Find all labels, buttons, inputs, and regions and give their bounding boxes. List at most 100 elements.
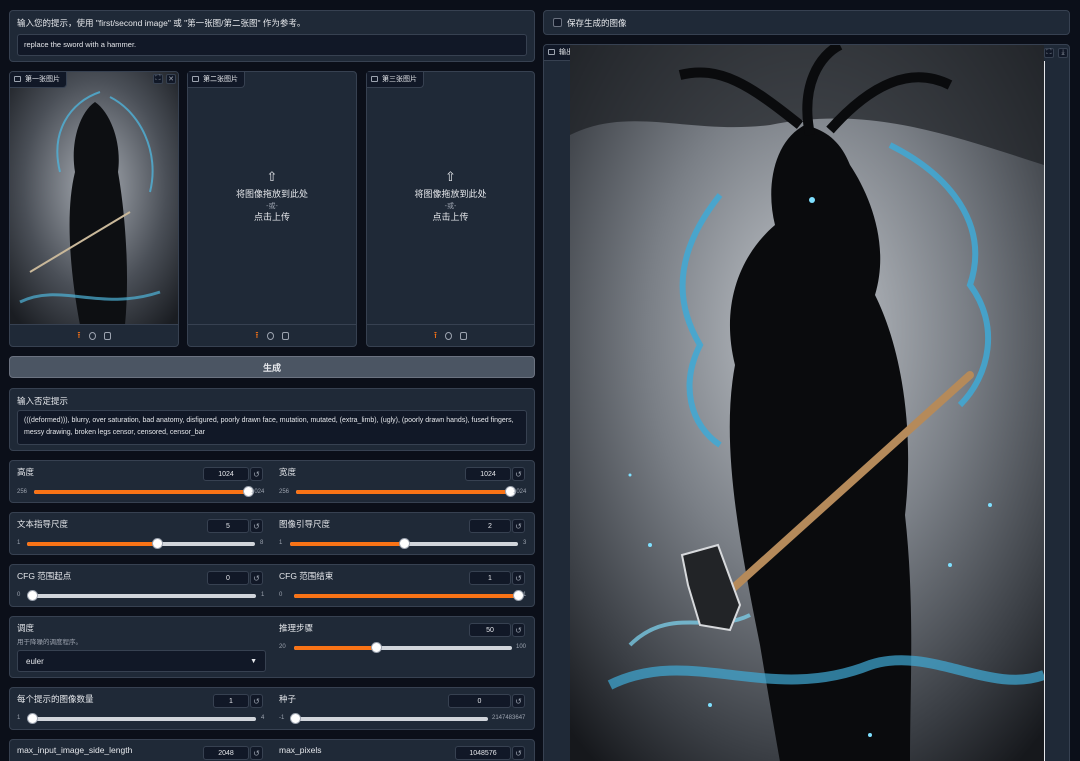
guidance-row: 文本指导尺度 5 ↺ 1 8 图像引导尺度 2 ↺ 1 3	[9, 512, 535, 555]
negative-prompt-panel: 输入否定提示 (((deformed))), blurry, over satu…	[9, 388, 535, 451]
text-guidance-max: 8	[260, 540, 264, 546]
or-text: -或-	[266, 203, 278, 210]
cfg-end-reset-button[interactable]: ↺	[512, 571, 525, 585]
upload-icon[interactable]: ⭱	[77, 331, 80, 340]
upload-toolbar-3: ⭱	[367, 324, 534, 346]
seed-max: 2147483647	[492, 715, 526, 721]
max-side-reset-button[interactable]: ↺	[250, 746, 263, 760]
image-tag-3: 第三张图片	[367, 72, 424, 88]
num-images-min: 1	[17, 715, 21, 721]
prompt-panel: 输入您的提示，使用 "first/second image" 或 "第一张图/第…	[9, 10, 535, 62]
text-guidance-reset-button[interactable]: ↺	[250, 519, 263, 533]
upload-toolbar-2: ⭱	[188, 324, 356, 346]
upload-arrow-icon: ⇧	[445, 169, 456, 184]
cfg-start-number[interactable]: 0	[207, 571, 249, 585]
cfg-start-max: 1	[261, 592, 265, 598]
fullscreen-icon[interactable]: ⛶	[153, 74, 163, 84]
generate-button[interactable]: 生成	[9, 356, 535, 378]
output-image	[570, 45, 1044, 761]
num-images-slider[interactable]	[27, 713, 256, 724]
cfg-start-reset-button[interactable]: ↺	[250, 571, 263, 585]
steps-reset-button[interactable]: ↺	[512, 623, 525, 637]
image-guidance-max: 3	[523, 540, 527, 546]
prompt-input[interactable]: replace the sword with a hammer.	[17, 34, 527, 56]
image-slot-3[interactable]: 第三张图片 ⇧ 将图像拖放到此处 -或- 点击上传 ⭱	[366, 71, 535, 347]
image-edge-line	[1044, 61, 1045, 761]
scheduler-label: 调度	[17, 623, 35, 633]
height-slider[interactable]	[34, 486, 254, 497]
seed-reset-button[interactable]: ↺	[512, 694, 525, 708]
scheduler-value: euler	[26, 656, 44, 666]
height-number[interactable]: 1024	[203, 467, 249, 481]
steps-max: 100	[516, 644, 527, 650]
webcam-icon[interactable]	[266, 331, 274, 340]
height-reset-button[interactable]: ↺	[250, 467, 263, 481]
width-reset-button[interactable]: ↺	[512, 467, 525, 481]
image-guidance-slider[interactable]	[290, 538, 518, 549]
clipboard-icon[interactable]	[281, 331, 289, 340]
image-slot-2[interactable]: 第二张图片 ⇧ 将图像拖放到此处 -或- 点击上传 ⭱	[187, 71, 357, 347]
download-icon[interactable]: ⤓	[1058, 48, 1068, 58]
upload-toolbar-1: ⭱	[10, 324, 178, 346]
image-guidance-min: 1	[279, 540, 283, 546]
image-guidance-label: 图像引导尺度	[279, 519, 331, 529]
save-label: 保存生成的图像	[567, 18, 627, 28]
count-seed-row: 每个提示的图像数量 1 ↺ 1 4 种子 0 ↺ -1 2147483647	[9, 687, 535, 730]
steps-slider[interactable]	[294, 642, 512, 653]
width-number[interactable]: 1024	[465, 467, 511, 481]
limits-row: max_input_image_side_length 2048 ↺ max_p…	[9, 739, 535, 761]
image-guidance-number[interactable]: 2	[469, 519, 511, 533]
text-guidance-min: 1	[17, 540, 21, 546]
cfg-end-number[interactable]: 1	[469, 571, 511, 585]
drop-text: 将图像拖放到此处	[414, 189, 487, 199]
save-checkbox[interactable]	[553, 18, 562, 27]
seed-number[interactable]: 0	[448, 694, 511, 708]
image-icon	[371, 76, 378, 82]
num-images-reset-button[interactable]: ↺	[250, 694, 263, 708]
cfg-end-slider[interactable]	[294, 590, 524, 601]
height-min: 256	[17, 489, 28, 495]
cfg-start-slider[interactable]	[27, 590, 256, 601]
num-images-number[interactable]: 1	[213, 694, 249, 708]
scheduler-select[interactable]: euler ▼	[17, 650, 266, 672]
upload-dropzone-3[interactable]: ⇧ 将图像拖放到此处 -或- 点击上传	[367, 170, 534, 224]
text-guidance-number[interactable]: 5	[207, 519, 249, 533]
text-guidance-slider[interactable]	[27, 538, 255, 549]
upload-dropzone-2[interactable]: ⇧ 将图像拖放到此处 -或- 点击上传	[188, 170, 356, 224]
output-panel: 输出图像 ⛶ ⤓	[543, 44, 1070, 761]
click-upload-text: 点击上传	[432, 212, 469, 222]
click-upload-text: 点击上传	[253, 212, 290, 222]
caret-down-icon: ▼	[250, 657, 257, 665]
drop-text: 将图像拖放到此处	[235, 189, 308, 199]
max-pixels-label: max_pixels	[279, 745, 322, 755]
negative-prompt-input[interactable]: (((deformed))), blurry, over saturation,…	[17, 410, 527, 445]
clipboard-icon[interactable]	[103, 331, 111, 340]
scheduler-row: 调度 用于降噪的调度程序。 euler ▼ 推理步骤 50 ↺ 20 100	[9, 616, 535, 678]
width-slider[interactable]	[296, 486, 516, 497]
image-slot-1[interactable]: 第一张图片 ⛶ ✕ ⭱	[9, 71, 179, 347]
upload-icon[interactable]: ⭱	[255, 331, 258, 340]
seed-slider[interactable]	[290, 713, 488, 724]
close-icon[interactable]: ✕	[166, 74, 176, 84]
max-side-number[interactable]: 2048	[203, 746, 249, 760]
cfg-row: CFG 范围起点 0 ↺ 0 1 CFG 范围结束 1 ↺ 0 1	[9, 564, 535, 607]
num-images-label: 每个提示的图像数量	[17, 694, 94, 704]
steps-number[interactable]: 50	[469, 623, 511, 637]
image-icon	[192, 76, 199, 82]
max-pixels-number[interactable]: 1048576	[455, 746, 511, 760]
webcam-icon[interactable]	[445, 331, 453, 340]
image-guidance-reset-button[interactable]: ↺	[512, 519, 525, 533]
max-pixels-reset-button[interactable]: ↺	[512, 746, 525, 760]
seed-min: -1	[279, 715, 285, 721]
max-side-label: max_input_image_side_length	[17, 745, 133, 755]
clipboard-icon[interactable]	[460, 331, 468, 340]
upload-icon[interactable]: ⭱	[434, 331, 437, 340]
first-image-preview	[10, 72, 178, 325]
webcam-icon[interactable]	[88, 331, 96, 340]
image-tag-1: 第一张图片	[10, 72, 67, 88]
text-guidance-label: 文本指导尺度	[17, 519, 69, 529]
image-icon	[14, 76, 21, 82]
fullscreen-icon[interactable]: ⛶	[1044, 48, 1054, 58]
image-icon	[548, 49, 555, 55]
or-text: -或-	[444, 203, 457, 210]
